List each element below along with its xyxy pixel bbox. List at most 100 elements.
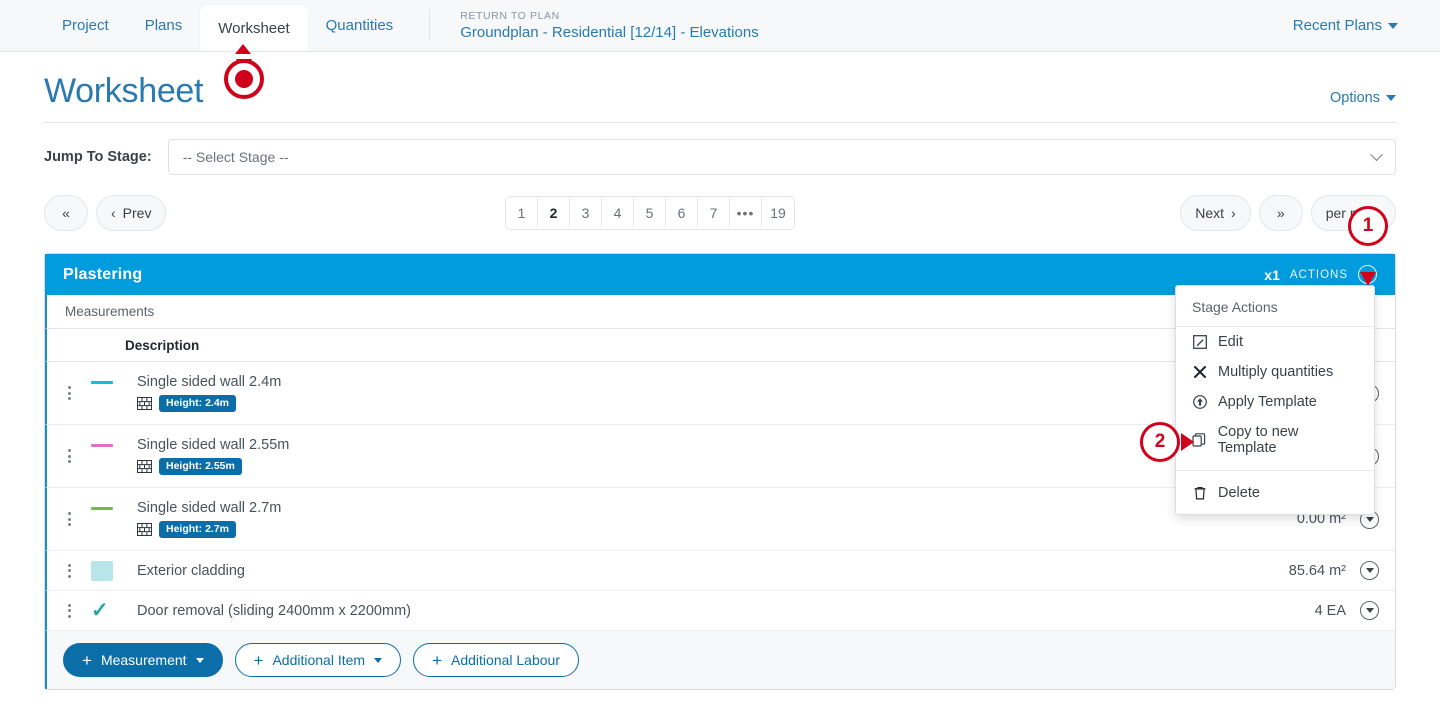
table-row[interactable]: Exterior cladding 85.64 m² bbox=[45, 551, 1395, 591]
row-content: Single sided wall 2.7m Height: 2.7m bbox=[91, 492, 1297, 546]
height-badge: Height: 2.7m bbox=[159, 521, 237, 538]
menu-divider bbox=[1176, 470, 1374, 471]
drag-handle-icon[interactable] bbox=[47, 512, 91, 526]
menu-item-copy-to-new-template[interactable]: Copy to new Template bbox=[1176, 417, 1374, 463]
add-measurement-button[interactable]: + Measurement bbox=[63, 643, 223, 677]
page-number-group: 1 2 3 4 5 6 7 ••• 19 bbox=[505, 196, 795, 230]
stage-select-value: -- Select Stage -- bbox=[182, 149, 289, 165]
edit-pencil-icon bbox=[1192, 335, 1207, 349]
add-additional-labour-label: Additional Labour bbox=[451, 652, 560, 668]
nav-tab-quantities[interactable]: Quantities bbox=[308, 0, 412, 51]
next-page-button[interactable]: Next › bbox=[1180, 195, 1251, 231]
last-page-button[interactable]: » bbox=[1258, 195, 1303, 231]
pagination-row: « ‹ Prev 1 2 3 4 5 6 7 ••• 19 Next › » p… bbox=[0, 175, 1440, 231]
annotation-number: 1 bbox=[1362, 215, 1374, 236]
copy-icon bbox=[1192, 433, 1207, 447]
nav-tab-label: Project bbox=[62, 17, 109, 34]
line-swatch-icon bbox=[91, 443, 113, 447]
stage-actions-label: ACTIONS bbox=[1289, 268, 1348, 281]
annotation-marker-2: 2 bbox=[1140, 422, 1180, 462]
add-additional-item-button[interactable]: + Additional Item bbox=[234, 643, 402, 677]
navbar-right: Recent Plans bbox=[1293, 0, 1440, 51]
row-expand-chevron-icon[interactable] bbox=[1360, 601, 1379, 620]
pagination-left: « ‹ Prev bbox=[44, 195, 167, 231]
nav-tab-label: Worksheet bbox=[218, 19, 290, 37]
menu-item-label: Copy to new Template bbox=[1217, 424, 1299, 456]
height-badge: Height: 2.4m bbox=[159, 395, 237, 412]
drag-handle-icon[interactable] bbox=[47, 386, 91, 400]
options-dropdown[interactable]: Options bbox=[1330, 76, 1396, 106]
recent-plans-dropdown[interactable]: Recent Plans bbox=[1293, 17, 1398, 34]
add-additional-item-label: Additional Item bbox=[272, 652, 366, 668]
row-content: Single sided wall 2.4m Height: 2.4m bbox=[91, 366, 1346, 420]
measurement-swatch bbox=[91, 506, 137, 510]
row-badges: Height: 2.4m bbox=[91, 395, 1346, 412]
next-label: Next bbox=[1195, 205, 1225, 221]
nav-divider bbox=[429, 10, 431, 41]
line-swatch-icon bbox=[91, 506, 113, 510]
chevron-right-icon: › bbox=[1231, 205, 1236, 221]
drag-handle-icon[interactable] bbox=[47, 563, 91, 578]
chevron-down-icon bbox=[374, 657, 383, 663]
return-to-plan-block[interactable]: RETURN TO PLAN Groundplan - Residential … bbox=[460, 0, 759, 51]
measurement-swatch bbox=[91, 443, 137, 447]
drag-handle-icon[interactable] bbox=[47, 603, 91, 618]
drag-handle-icon[interactable] bbox=[47, 449, 91, 463]
page-button-6[interactable]: 6 bbox=[666, 197, 698, 229]
page-title-row: Worksheet Options bbox=[0, 52, 1440, 114]
recent-plans-label: Recent Plans bbox=[1292, 17, 1382, 34]
row-primary-line: ✓ Door removal (sliding 2400mm x 2200mm) bbox=[91, 600, 1315, 621]
page-button-4[interactable]: 4 bbox=[602, 197, 634, 229]
plus-icon: + bbox=[82, 650, 92, 670]
row-description: Exterior cladding bbox=[137, 562, 245, 579]
plan-name-link[interactable]: Groundplan - Residential [12/14] - Eleva… bbox=[460, 23, 759, 42]
menu-item-multiply-quantities[interactable]: Multiply quantities bbox=[1176, 357, 1374, 387]
row-quantity: 4 EA bbox=[1314, 602, 1346, 619]
menu-item-apply-template[interactable]: Apply Template bbox=[1176, 387, 1374, 417]
nav-tab-worksheet[interactable]: Worksheet bbox=[200, 5, 308, 51]
prev-page-button[interactable]: ‹ Prev bbox=[96, 195, 167, 231]
line-swatch-icon bbox=[91, 380, 113, 384]
page-button-5[interactable]: 5 bbox=[634, 197, 666, 229]
page-button-7[interactable]: 7 bbox=[698, 197, 730, 229]
menu-item-edit[interactable]: Edit bbox=[1176, 327, 1374, 357]
brick-icon bbox=[137, 397, 152, 410]
add-additional-labour-button[interactable]: + Additional Labour bbox=[413, 643, 579, 677]
table-row[interactable]: ✓ Door removal (sliding 2400mm x 2200mm)… bbox=[45, 591, 1395, 631]
top-navbar: Project Plans Worksheet Quantities RETUR… bbox=[0, 0, 1440, 54]
page-button-2[interactable]: 2 bbox=[538, 197, 570, 229]
nav-tabs: Project Plans Worksheet Quantities bbox=[44, 0, 411, 51]
row-description: Single sided wall 2.55m bbox=[137, 437, 290, 454]
prev-label: Prev bbox=[122, 205, 152, 221]
row-primary-line: Exterior cladding bbox=[91, 560, 1289, 581]
stage-actions-menu: Stage Actions Edit Multiply quantities A… bbox=[1175, 285, 1375, 515]
stage-multiplier: x1 bbox=[1264, 266, 1280, 283]
nav-tab-project[interactable]: Project bbox=[44, 0, 127, 51]
double-chevron-right-icon: » bbox=[1276, 205, 1285, 221]
stage-select[interactable]: -- Select Stage -- bbox=[167, 139, 1396, 175]
nav-tab-plans[interactable]: Plans bbox=[127, 0, 201, 51]
return-to-plan-kicker: RETURN TO PLAN bbox=[460, 10, 560, 22]
row-expand-chevron-icon[interactable] bbox=[1360, 561, 1379, 580]
click-cursor-indicator bbox=[224, 59, 264, 99]
jump-to-stage-label: Jump To Stage: bbox=[44, 149, 152, 165]
annotation-marker-1: 1 bbox=[1348, 206, 1388, 246]
menu-item-label: Delete bbox=[1218, 485, 1260, 501]
checkmark-icon: ✓ bbox=[91, 599, 109, 622]
column-header-description: Description bbox=[125, 337, 200, 353]
double-chevron-left-icon: « bbox=[62, 205, 70, 221]
chevron-down-icon bbox=[1370, 147, 1383, 161]
chevron-down-icon bbox=[1388, 22, 1398, 29]
menu-item-label: Multiply quantities bbox=[1218, 364, 1334, 380]
measurement-swatch bbox=[91, 560, 137, 581]
chevron-down-icon bbox=[1386, 95, 1396, 101]
page-button-1[interactable]: 1 bbox=[506, 197, 538, 229]
stage-title: Plastering bbox=[63, 265, 143, 283]
page-button-3[interactable]: 3 bbox=[570, 197, 602, 229]
apply-template-icon bbox=[1192, 395, 1207, 409]
first-page-button[interactable]: « bbox=[44, 195, 88, 231]
chevron-down-icon bbox=[195, 657, 204, 663]
annotation-number: 2 bbox=[1154, 431, 1166, 452]
page-button-19[interactable]: 19 bbox=[762, 197, 794, 229]
menu-item-delete[interactable]: Delete bbox=[1176, 478, 1374, 508]
